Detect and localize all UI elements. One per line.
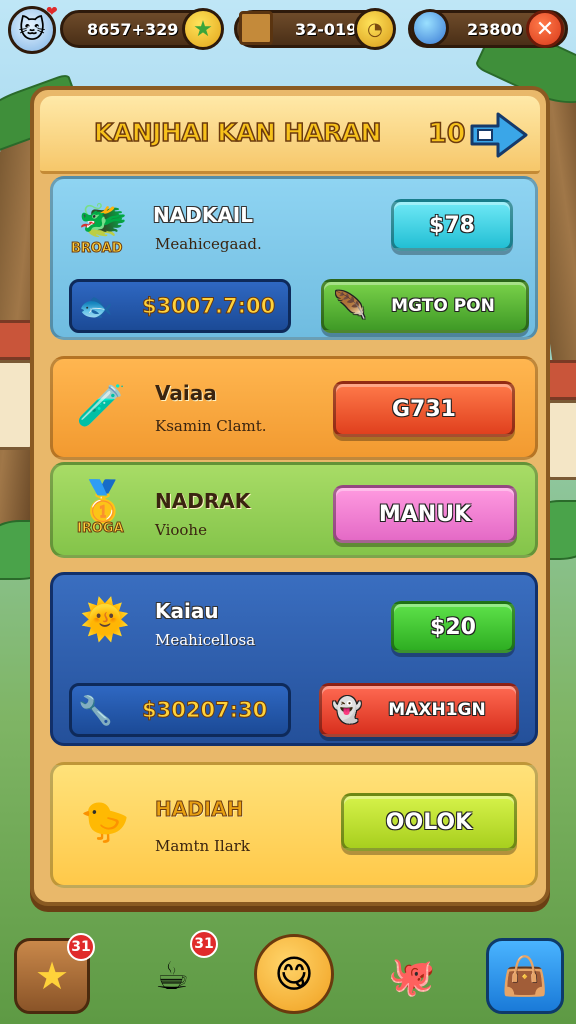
- close-button[interactable]: ✕: [526, 10, 564, 48]
- flask-creature-icon: 🧪: [76, 382, 126, 429]
- feather-icon: 🪶: [334, 291, 367, 321]
- card-tag: BROAD: [70, 241, 123, 257]
- nav-shop-button[interactable]: 👜: [486, 938, 564, 1014]
- price-bar: 🔧 $30207:30: [69, 683, 291, 737]
- reward-card: 🐲 BROAD NADKAIL Meahicegaad. $78 🐟 $3007…: [50, 176, 538, 340]
- price-bar: 🐟 $3007.7:00: [69, 279, 291, 333]
- nav-cup-button[interactable]: ☕ 31: [134, 930, 218, 1014]
- card-subtitle: Vioohe: [155, 521, 207, 539]
- card-subtitle: Meahicellosa: [155, 631, 256, 649]
- crate-icon: [239, 11, 273, 45]
- card-subtitle: Ksamin Clamt.: [155, 417, 267, 435]
- buy-button-label: G731: [392, 396, 456, 422]
- close-icon: ✕: [535, 16, 555, 42]
- collect-button-label: OOLOK: [385, 809, 473, 835]
- notification-badge: 31: [190, 930, 218, 958]
- action-button[interactable]: 🪶 MGTO PON: [321, 279, 529, 333]
- resource-value: 32-019: [295, 19, 358, 39]
- card-title: NADRAK: [155, 489, 251, 513]
- card-subtitle: Mamtn Ilark: [155, 837, 250, 855]
- resource-value: 23800: [467, 19, 523, 39]
- buy-button-label: $78: [429, 212, 475, 238]
- nav-mascot-button[interactable]: 🐙: [374, 938, 450, 1014]
- price-value: $30207:30: [141, 698, 268, 723]
- reward-card: 🐤 HADIAH Mamtn Ilark OOLOK: [50, 762, 538, 888]
- collect-button[interactable]: OOLOK: [341, 793, 517, 851]
- gem-icon: [411, 9, 449, 47]
- price-value: $3007.7:00: [141, 294, 276, 319]
- buy-button-label: MANUK: [378, 501, 472, 527]
- card-tag: IROGA: [77, 521, 125, 537]
- action-button[interactable]: 👻 MAXH1GN: [319, 683, 519, 737]
- nav-star-button[interactable]: ★ 31: [14, 933, 95, 1014]
- card-title: NADKAIL: [153, 203, 253, 227]
- heart-icon: ❤: [46, 4, 58, 20]
- resource-value: 8657+329: [87, 19, 179, 39]
- panel-count: 10: [427, 117, 466, 150]
- card-title: HADIAH: [154, 797, 244, 822]
- bird-icon: 🐤: [80, 798, 130, 845]
- action-button-label: MAXH1GN: [388, 700, 486, 720]
- card-title: Vaiaa: [155, 381, 217, 405]
- ghost-icon: 👻: [332, 696, 362, 724]
- reward-card: 🌞 Kaiau Meahicellosa $20 🔧 $30207:30 👻 M…: [50, 572, 538, 746]
- star-add-icon[interactable]: ★: [182, 8, 224, 50]
- star-icon: ★: [34, 954, 70, 998]
- panel-title: KANJHAI KAN HARAN: [93, 117, 382, 148]
- top-bar: 🐱 ❤ 8657+329 ★ 32-019 ◔ 23800 ✕: [8, 4, 568, 54]
- buy-button[interactable]: G731: [333, 381, 515, 437]
- buy-button[interactable]: MANUK: [333, 485, 517, 543]
- action-button-label: MGTO PON: [391, 296, 495, 316]
- smiley-icon: 😋: [274, 952, 314, 996]
- notification-badge: 31: [67, 933, 95, 961]
- sun-face-icon: 🌞: [80, 596, 130, 643]
- reward-card: 🧪 Vaiaa Ksamin Clamt. G731: [50, 356, 538, 460]
- reward-panel: KANJHAI KAN HARAN 10 🐲 BROAD NADKAIL Mea…: [30, 86, 550, 906]
- bag-icon: 👜: [501, 953, 549, 998]
- card-subtitle: Meahicegaad.: [155, 235, 262, 253]
- cat-avatar-icon: 🐱: [18, 15, 46, 45]
- mascot-icon: 🐙: [388, 953, 436, 998]
- bottom-nav: ★ 31 ☕ 31 😋 🐙 👜: [0, 924, 576, 1024]
- coffee-cup-icon: ☕: [154, 954, 190, 998]
- buy-button-label: $20: [430, 614, 476, 640]
- sun-creature-icon: 🐲: [78, 196, 128, 243]
- card-title: Kaiau: [155, 599, 219, 623]
- buy-button[interactable]: $78: [391, 199, 513, 251]
- next-arrow-icon[interactable]: [468, 110, 530, 160]
- nav-character-button[interactable]: 😋: [254, 934, 334, 1014]
- coin-icon[interactable]: ◔: [354, 8, 396, 50]
- tool-icon: 🔧: [78, 693, 113, 727]
- reward-card: 🥇 IROGA NADRAK Vioohe MANUK: [50, 462, 538, 558]
- buy-button[interactable]: $20: [391, 601, 515, 653]
- fish-icon: 🐟: [78, 289, 113, 323]
- panel-header: KANJHAI KAN HARAN 10: [40, 96, 540, 174]
